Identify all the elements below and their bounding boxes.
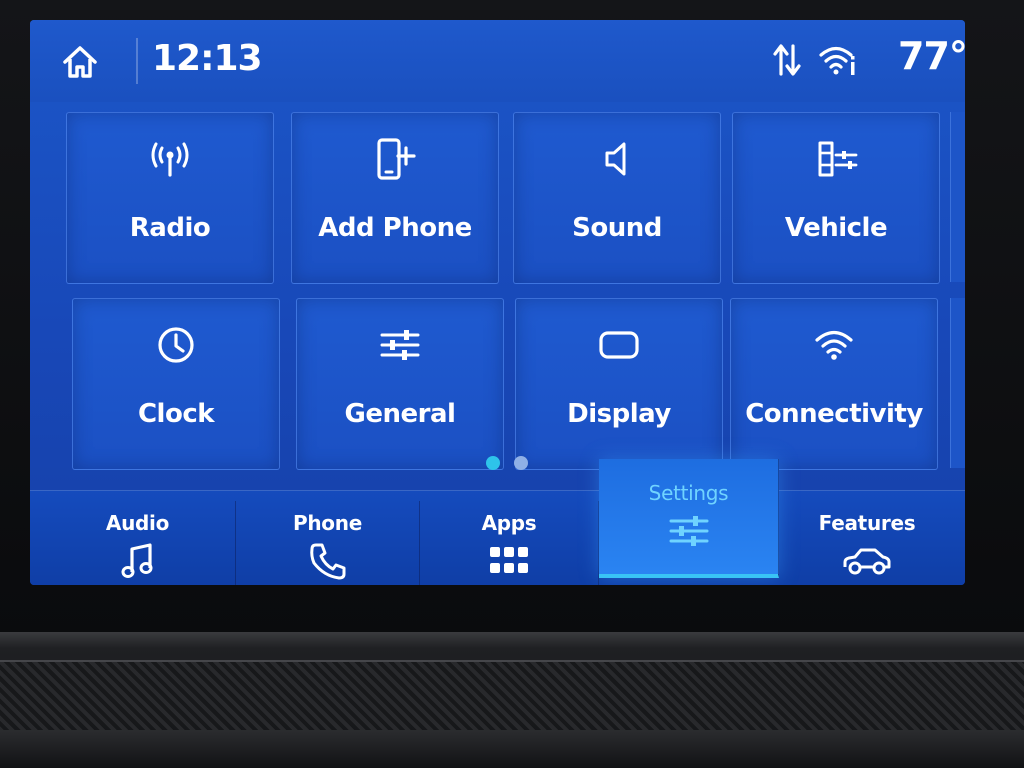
nav-apps[interactable]: Apps: [420, 501, 599, 585]
tile-connectivity[interactable]: Connectivity: [730, 298, 938, 470]
apps-grid-icon: [490, 547, 528, 573]
nav-phone-label: Phone: [293, 511, 362, 535]
tile-radio[interactable]: Radio: [66, 112, 274, 284]
data-transfer-icon: [773, 44, 801, 76]
page-indicator: [486, 456, 528, 470]
outside-temperature: 77°: [898, 34, 965, 78]
tile-display-label: Display: [567, 399, 671, 429]
nav-features[interactable]: Features: [779, 501, 955, 585]
phone-handset-icon: [309, 543, 345, 580]
tile-display[interactable]: Display: [515, 298, 723, 470]
status-bar: 12:13 77°: [30, 20, 965, 102]
tile-clock-label: Clock: [137, 399, 215, 429]
next-page-tile-edge: [950, 298, 965, 468]
infotainment-screen: 12:13 77° Radio Add Phone Sound Vehicle …: [30, 20, 965, 585]
tile-radio-label: Radio: [129, 213, 211, 243]
nav-phone[interactable]: Phone: [236, 501, 420, 585]
wifi-icon: [815, 330, 853, 360]
radio-antenna-icon: [151, 142, 189, 177]
home-icon: [63, 46, 97, 78]
add-phone-icon: [377, 138, 416, 180]
home-button[interactable]: [58, 40, 102, 84]
tile-vehicle-label: Vehicle: [784, 213, 888, 243]
car-icon: [843, 548, 891, 575]
next-page-tile-edge: [950, 112, 965, 282]
display-icon: [599, 331, 639, 359]
nav-features-label: Features: [818, 511, 916, 535]
clock-time: 12:13: [152, 38, 263, 79]
carbon-fiber-trim: [0, 660, 1024, 734]
tile-clock[interactable]: Clock: [72, 298, 280, 470]
page-dot-inactive[interactable]: [514, 456, 528, 470]
tile-add-phone[interactable]: Add Phone: [291, 112, 499, 284]
sliders-icon: [380, 330, 420, 360]
nav-settings[interactable]: Settings: [599, 459, 779, 578]
clock-icon: [158, 327, 194, 363]
lower-trim: [0, 730, 1024, 768]
vehicle-settings-icon: [818, 141, 858, 177]
nav-audio[interactable]: Audio: [40, 501, 236, 585]
tile-vehicle[interactable]: Vehicle: [732, 112, 940, 284]
status-divider: [136, 38, 138, 84]
tile-general-label: General: [344, 399, 456, 429]
page-dot-active[interactable]: [486, 456, 500, 470]
speaker-icon: [605, 142, 626, 176]
nav-apps-label: Apps: [481, 511, 537, 535]
tile-sound[interactable]: Sound: [513, 112, 721, 284]
nav-audio-label: Audio: [105, 511, 170, 535]
music-note-icon: [121, 543, 152, 578]
tile-add-phone-label: Add Phone: [318, 213, 472, 243]
settings-sliders-icon: [669, 516, 708, 546]
tile-connectivity-label: Connectivity: [745, 399, 923, 429]
tile-general[interactable]: General: [296, 298, 504, 470]
bottom-nav: Audio Phone Apps Settings Features: [30, 459, 965, 585]
wifi-info-icon: [819, 46, 855, 75]
nav-settings-label: Settings: [648, 481, 729, 505]
tile-sound-label: Sound: [572, 213, 662, 243]
